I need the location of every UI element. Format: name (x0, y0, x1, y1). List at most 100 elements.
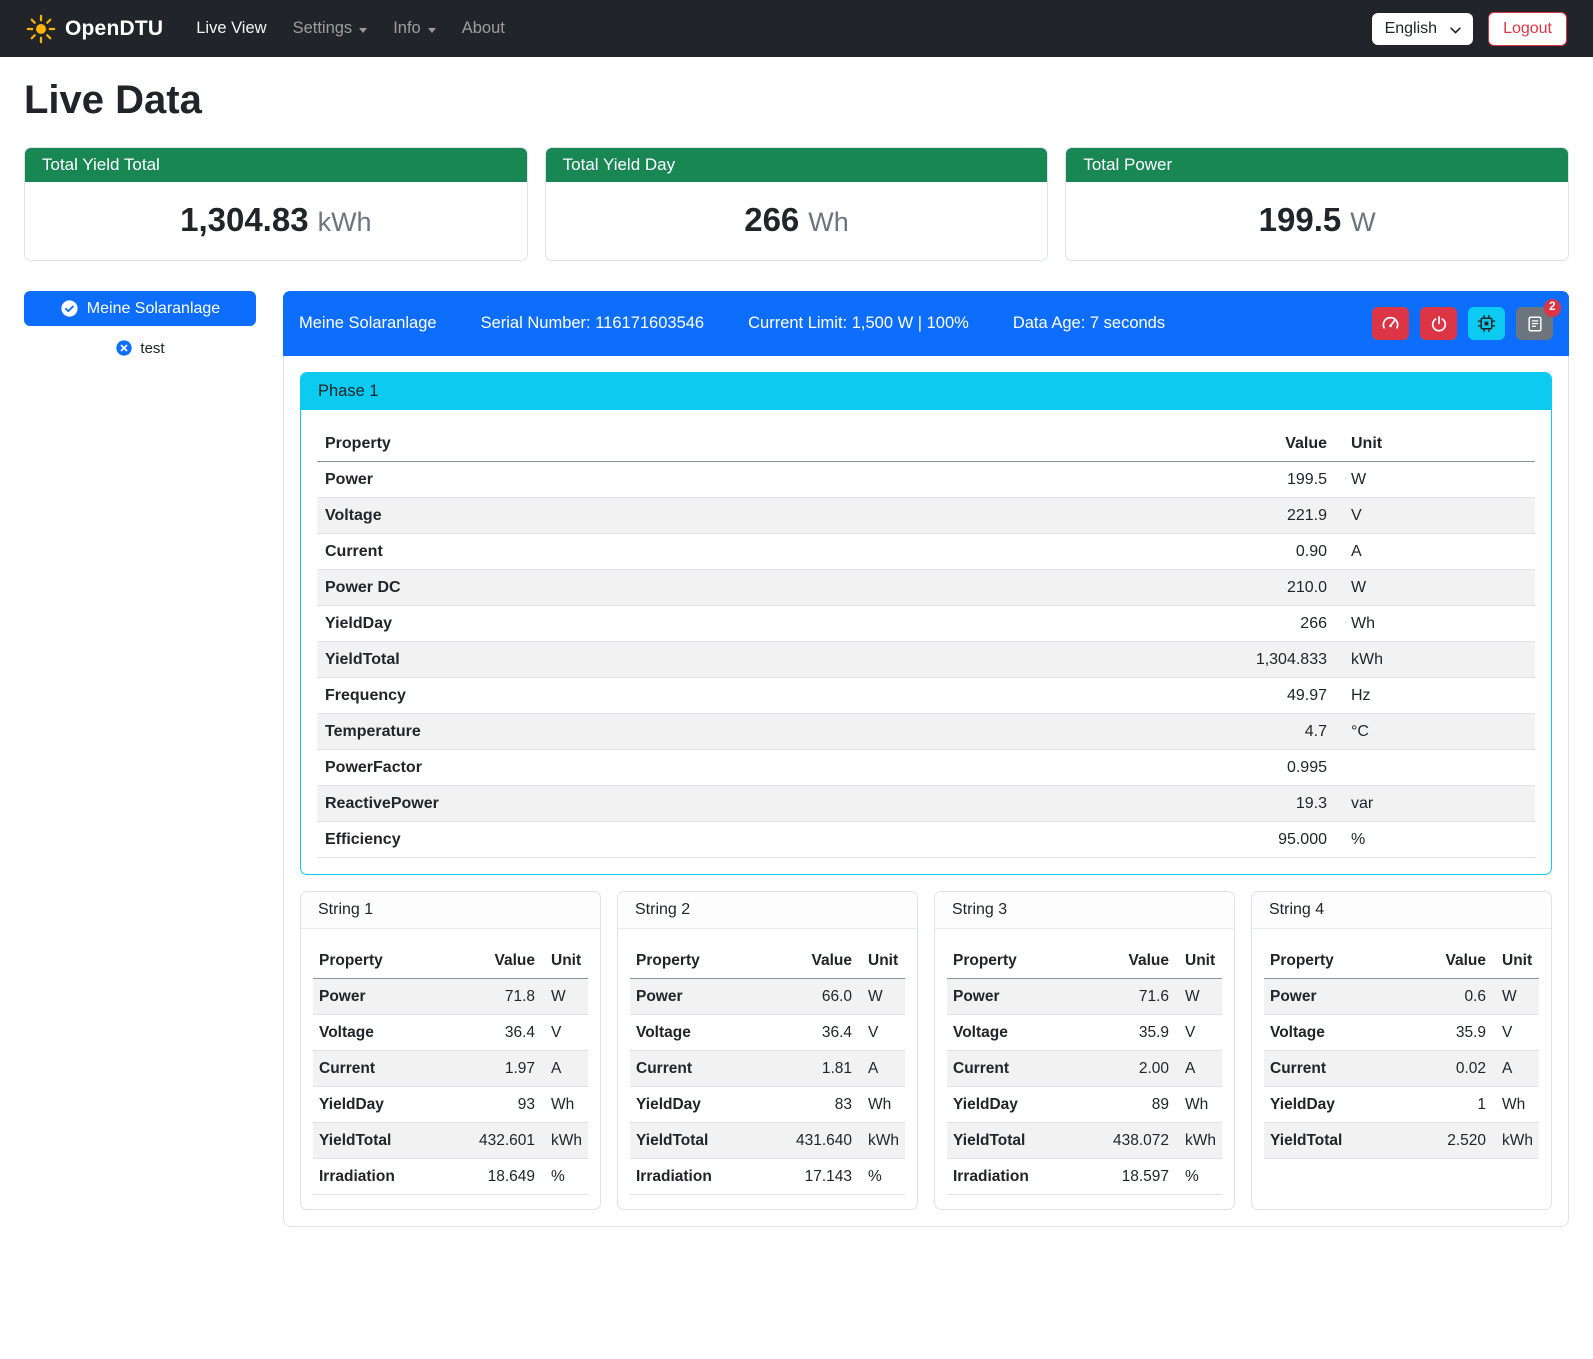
property-name: Irradiation (630, 1159, 786, 1195)
property-unit: kWh (858, 1123, 905, 1159)
event-log-button[interactable]: 2 (1516, 307, 1553, 340)
header-property: Property (1264, 943, 1420, 979)
header-value: Value (786, 943, 858, 979)
nav-info[interactable]: Info (380, 11, 449, 46)
sidebar-item-label: Meine Solaranlage (87, 300, 220, 318)
table-row: Power 66.0 W (630, 979, 905, 1015)
card-value: 1,304.83 (180, 201, 308, 239)
nav-about[interactable]: About (449, 11, 518, 46)
property-name: YieldDay (1264, 1087, 1420, 1123)
property-unit (1335, 750, 1535, 786)
property-value: 1.97 (469, 1051, 541, 1087)
table-row: Current 1.97 A (313, 1051, 588, 1087)
app-logo[interactable]: OpenDTU (26, 14, 163, 44)
property-unit: Wh (1335, 606, 1535, 642)
device-info-button[interactable] (1468, 307, 1505, 340)
nav-links: Live View Settings Info About (183, 11, 518, 46)
logout-button[interactable]: Logout (1488, 12, 1567, 46)
header-unit: Unit (541, 943, 588, 979)
table-row: Irradiation 18.597 % (947, 1159, 1222, 1195)
property-unit: W (1335, 570, 1535, 606)
property-unit: °C (1335, 714, 1535, 750)
property-name: Power (1264, 979, 1420, 1015)
property-name: Irradiation (313, 1159, 469, 1195)
string-table: Property Value Unit Power (313, 943, 588, 1195)
table-row: Current 1.81 A (630, 1051, 905, 1087)
property-name: YieldDay (947, 1087, 1103, 1123)
property-name: Current (630, 1051, 786, 1087)
property-unit: kWh (1175, 1123, 1222, 1159)
gauge-icon (1381, 314, 1400, 333)
property-value: 2.00 (1103, 1051, 1175, 1087)
property-name: YieldDay (317, 606, 1205, 642)
property-unit: W (858, 979, 905, 1015)
property-value: 17.143 (786, 1159, 858, 1195)
card-title: Total Yield Total (25, 148, 527, 182)
property-unit: A (858, 1051, 905, 1087)
property-name: Power (313, 979, 469, 1015)
total-power-card: Total Power 199.5 W (1065, 147, 1569, 261)
property-name: Efficiency (317, 822, 1205, 858)
language-select[interactable]: English (1372, 13, 1473, 45)
string-title: String 4 (1252, 892, 1551, 929)
inverter-sidebar: Meine Solaranlage test (24, 291, 256, 357)
table-row: YieldDay 83 Wh (630, 1087, 905, 1123)
property-value: 18.649 (469, 1159, 541, 1195)
property-unit: W (1492, 979, 1539, 1015)
property-name: YieldTotal (947, 1123, 1103, 1159)
property-value: 18.597 (1103, 1159, 1175, 1195)
property-name: Temperature (317, 714, 1205, 750)
caret-down-icon (359, 28, 367, 33)
property-value: 71.8 (469, 979, 541, 1015)
string-2-card: String 2 Property Value Unit (617, 891, 918, 1210)
card-body: 266 Wh (546, 182, 1048, 260)
property-value: 35.9 (1103, 1015, 1175, 1051)
property-value: 66.0 (786, 979, 858, 1015)
property-name: YieldDay (313, 1087, 469, 1123)
table-row: YieldDay 266 Wh (317, 606, 1535, 642)
property-unit: kWh (1492, 1123, 1539, 1159)
header-value: Value (1103, 943, 1175, 979)
property-unit: % (1335, 822, 1535, 858)
sidebar-item-test[interactable]: test (24, 339, 256, 357)
property-name: Power (630, 979, 786, 1015)
table-row: PowerFactor 0.995 (317, 750, 1535, 786)
inverter-name: Meine Solaranlage (299, 314, 437, 333)
table-row: Temperature 4.7 °C (317, 714, 1535, 750)
card-unit: kWh (318, 207, 372, 238)
property-name: Voltage (947, 1015, 1103, 1051)
table-row: Voltage 36.4 V (630, 1015, 905, 1051)
journal-icon (1526, 315, 1544, 333)
property-unit: V (1335, 498, 1535, 534)
chevron-down-icon (1450, 20, 1461, 38)
nav-settings-label: Settings (293, 19, 353, 38)
nav-live-view-label: Live View (196, 19, 266, 38)
header-property: Property (313, 943, 469, 979)
inverter-serial: Serial Number: 116171603546 (481, 314, 705, 333)
cpu-icon (1477, 314, 1496, 333)
sidebar-item-label: test (140, 340, 164, 357)
property-name: YieldDay (630, 1087, 786, 1123)
header-property: Property (947, 943, 1103, 979)
power-button[interactable] (1420, 307, 1457, 340)
nav-live-view[interactable]: Live View (183, 11, 279, 46)
nav-settings[interactable]: Settings (280, 11, 381, 46)
table-row: YieldTotal 432.601 kWh (313, 1123, 588, 1159)
property-value: 210.0 (1205, 570, 1335, 606)
property-unit: Wh (541, 1087, 588, 1123)
property-value: 93 (469, 1087, 541, 1123)
sidebar-item-meine-solaranlage[interactable]: Meine Solaranlage (24, 291, 256, 326)
property-value: 83 (786, 1087, 858, 1123)
card-title: Total Yield Day (546, 148, 1048, 182)
property-name: Current (1264, 1051, 1420, 1087)
string-title: String 2 (618, 892, 917, 929)
property-name: Voltage (1264, 1015, 1420, 1051)
property-unit: kWh (541, 1123, 588, 1159)
total-yield-total-card: Total Yield Total 1,304.83 kWh (24, 147, 528, 261)
string-body: Property Value Unit Power (301, 929, 600, 1209)
property-unit: V (858, 1015, 905, 1051)
header-unit: Unit (1492, 943, 1539, 979)
limit-settings-button[interactable] (1372, 307, 1409, 340)
table-row: YieldDay 1 Wh (1264, 1087, 1539, 1123)
property-value: 431.640 (786, 1123, 858, 1159)
